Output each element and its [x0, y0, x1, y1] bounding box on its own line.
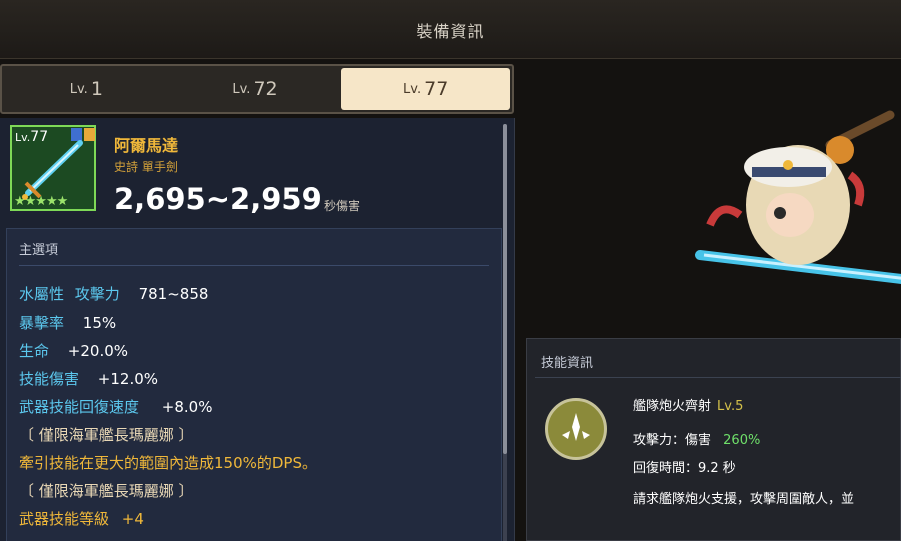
dps-label: 秒傷害 [324, 199, 361, 213]
hp-value: +20.0% [67, 342, 129, 360]
options-scrollbar[interactable] [503, 124, 507, 541]
attack-label: 攻擊力 [74, 285, 120, 303]
tab-lv-number: 77 [424, 78, 449, 100]
skill-attack-value: 260% [723, 433, 761, 448]
item-detail-panel: Lv.77 ★★★★★ 阿爾馬達 史詩 單手劍 2,695~2,959 秒傷害 … [0, 118, 515, 541]
tab-lv-prefix: Lv. [69, 81, 88, 97]
skill-heading: 技能資訊 [541, 356, 594, 371]
skill-divider [535, 377, 901, 378]
tab-lv-77[interactable]: Lv. 77 [341, 68, 511, 110]
weapon-skill-regen-value: +8.0% [161, 398, 213, 416]
option-row-weapon-skill-level: 武器技能等級 +4 [19, 508, 144, 529]
skill-level: Lv.5 [717, 399, 744, 414]
skill-description: 請求艦隊炮火支援，攻擊周圍敵人，並 [633, 492, 855, 507]
grade-stars: ★★★★★ [14, 194, 68, 209]
exclusive-effect-desc: 牽引技能在更大的範圍內造成150%的DPS。 [19, 454, 318, 472]
hp-label: 生命 [19, 342, 50, 360]
skill-icon[interactable] [545, 398, 607, 460]
item-rarity: 史詩 單手劍 [114, 160, 178, 174]
skill-damage-value: +12.0% [97, 370, 159, 388]
option-row-skill-damage: 技能傷害 +12.0% [19, 368, 158, 389]
tab-lv-prefix: Lv. [403, 81, 422, 97]
skill-damage-label: 技能傷害 [19, 370, 80, 388]
tab-lv-prefix: Lv. [232, 81, 251, 97]
weapon-icon-frame: Lv.77 ★★★★★ [10, 125, 96, 211]
tab-lv-number: 72 [253, 78, 278, 100]
option-row-attack: 水屬性 攻擊力 781~858 [19, 283, 208, 304]
element-label: 水屬性 [19, 285, 65, 303]
dps-value: 2,695~2,959 [114, 182, 322, 216]
skill-attack-label: 攻擊力：傷害 [633, 433, 712, 448]
scrollbar-thumb[interactable] [503, 124, 507, 454]
option-row-hp: 生命 +20.0% [19, 340, 128, 361]
skill-info-panel: 技能資訊 艦隊炮火齊射 Lv.5 攻擊力：傷害 260% 回復時間：9.2 秒 請… [526, 338, 901, 541]
title-bar: 裝備資訊 [0, 0, 901, 59]
options-heading: 主選項 [19, 243, 59, 258]
hero-character-illustration [695, 110, 901, 284]
weapon-skill-level-label: 武器技能等級 [19, 510, 110, 528]
weapon-skill-level-value: +4 [121, 510, 144, 528]
attack-value: 781~858 [138, 285, 209, 303]
skill-name-row: 艦隊炮火齊射 Lv.5 [633, 395, 743, 414]
crit-label: 暴擊率 [19, 314, 65, 332]
options-divider [19, 265, 489, 266]
main-options-box: 主選項 水屬性 攻擊力 781~858 暴擊率 15% 生命 +20.0% 技能… [6, 228, 502, 541]
level-tabs: Lv. 1 Lv. 72 Lv. 77 [0, 64, 514, 114]
exclusive-hero-tag-2: 〔 僅限海軍艦長瑪麗娜 〕 [19, 482, 194, 500]
tab-lv-1[interactable]: Lv. 1 [2, 66, 171, 112]
skill-name: 艦隊炮火齊射 [633, 399, 712, 414]
tab-lv-72[interactable]: Lv. 72 [171, 66, 340, 112]
option-row-weapon-skill-regen: 武器技能回復速度 +8.0% [19, 396, 212, 417]
skill-attack-row: 攻擊力：傷害 260% [633, 429, 760, 448]
option-row-crit: 暴擊率 15% [19, 312, 116, 333]
weapon-skill-regen-label: 武器技能回復速度 [19, 398, 140, 416]
skill-cooldown: 回復時間：9.2 秒 [633, 461, 736, 476]
item-name: 阿爾馬達 [114, 136, 179, 155]
crit-value: 15% [82, 314, 117, 332]
window-title: 裝備資訊 [416, 22, 485, 41]
arrow-burst-icon [562, 413, 590, 441]
tab-lv-number: 1 [90, 78, 103, 100]
exclusive-hero-tag: 〔 僅限海軍艦長瑪麗娜 〕 [19, 426, 194, 444]
